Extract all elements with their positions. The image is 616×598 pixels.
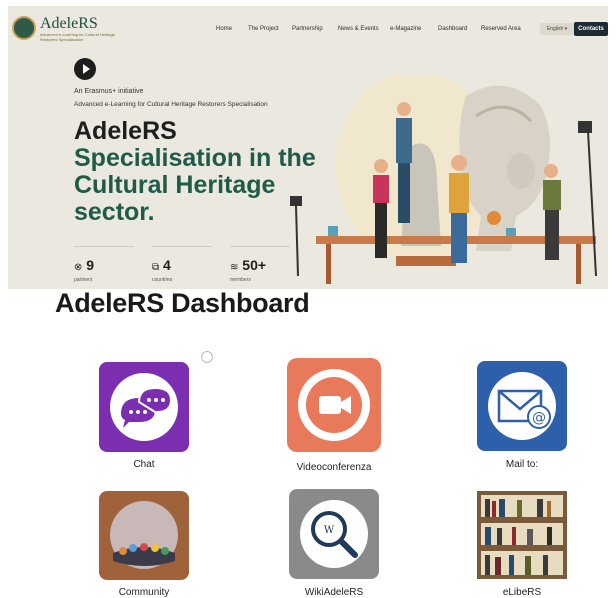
mail-icon: @ xyxy=(488,372,556,440)
logo-name[interactable]: AdeleRS xyxy=(40,15,98,33)
svg-text:W: W xyxy=(324,525,335,536)
community-label[interactable]: Community xyxy=(74,587,214,598)
nav-item-reserved-area[interactable]: Reserved Area xyxy=(481,26,521,32)
chat-bubbles-icon xyxy=(110,373,178,441)
nav-item-home[interactable]: Home xyxy=(216,26,232,32)
language-select[interactable]: English ▾ xyxy=(540,23,574,35)
restorers-illustration xyxy=(290,76,597,284)
chat-label[interactable]: Chat xyxy=(74,459,214,470)
community-tile[interactable] xyxy=(99,491,189,580)
mail-label[interactable]: Mail to: xyxy=(452,459,592,470)
stat-partners: ⊗ 9 partners xyxy=(74,246,134,283)
wiki-label[interactable]: WikiAdeleRS xyxy=(264,587,404,598)
map-icon: ⧉ xyxy=(152,262,160,273)
people-icon: ⊗ xyxy=(74,262,83,273)
logo-tagline: Advanced e-Learning for Cultural Heritag… xyxy=(40,32,115,42)
nav-item-news-events[interactable]: News & Events xyxy=(338,26,379,32)
mail-tile[interactable]: @ xyxy=(477,361,567,451)
svg-text:@: @ xyxy=(532,410,546,426)
wiki-search-icon: W xyxy=(300,500,368,568)
hero-subtitle: Advanced e-Learning for Cultural Heritag… xyxy=(74,101,268,108)
videoconferenza-tile[interactable] xyxy=(287,358,381,452)
video-camera-icon xyxy=(298,369,370,441)
videoconferenza-label[interactable]: Videoconferenza xyxy=(264,462,404,473)
nav-item-partnership[interactable]: Partnership xyxy=(292,26,323,32)
nav-item-e-magazine[interactable]: e-Magazine xyxy=(390,26,421,32)
radio-button[interactable] xyxy=(201,351,213,363)
play-video-button[interactable] xyxy=(74,58,96,80)
nav-item-dashboard[interactable]: Dashboard xyxy=(438,26,467,32)
top-navigation: AdeleRS Advanced e-Learning for Cultural… xyxy=(8,6,608,46)
community-icon xyxy=(110,501,178,569)
dashboard-title: AdeleRS Dashboard xyxy=(55,288,310,318)
wiki-tile[interactable]: W xyxy=(289,489,379,579)
stat-countries: ⧉ 4 countries xyxy=(152,246,212,283)
contacts-button[interactable]: Contacts xyxy=(574,22,608,36)
nav-item-the-project[interactable]: The Project xyxy=(248,26,279,32)
chat-tile[interactable] xyxy=(99,362,189,452)
stats-row: ⊗ 9 partners ⧉ 4 countries ≋ 50+ members xyxy=(74,246,304,286)
eliber-tile[interactable] xyxy=(477,491,567,579)
eliber-label[interactable]: eLibeRS xyxy=(452,587,592,598)
logo-icon[interactable] xyxy=(12,16,36,40)
hero-banner: AdeleRS Advanced e-Learning for Cultural… xyxy=(8,6,608,289)
layers-icon: ≋ xyxy=(230,262,239,273)
bookshelf-icon xyxy=(477,491,567,579)
hero-eyebrow: An Erasmus+ initiative xyxy=(74,88,144,95)
